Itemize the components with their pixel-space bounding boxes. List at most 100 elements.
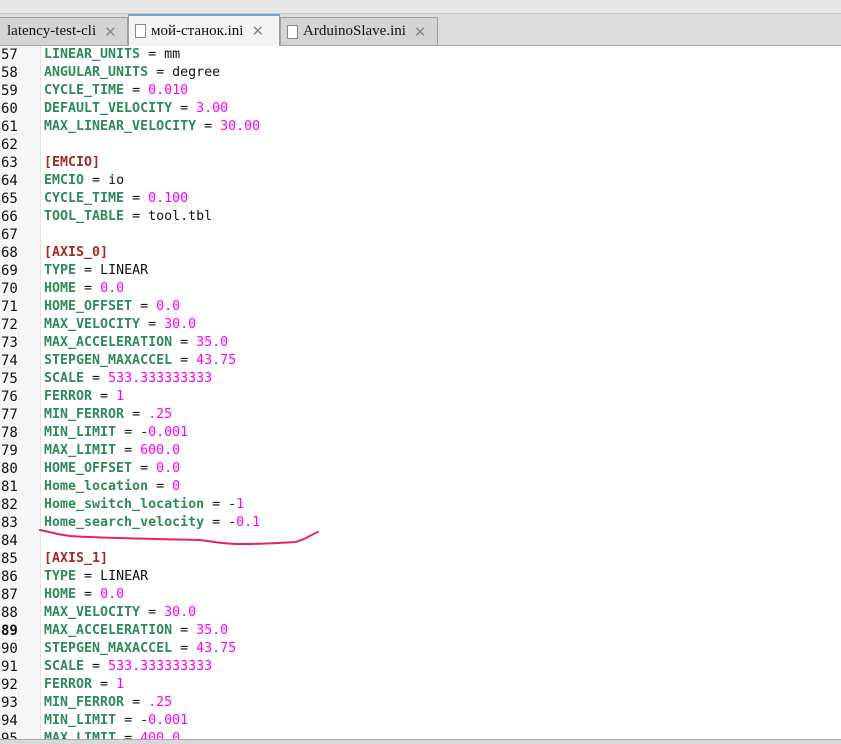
equals-sign: =	[116, 443, 141, 458]
code-text: Home_search_velocity = -0.1	[44, 514, 260, 532]
config-key: ANGULAR_UNITS	[44, 65, 149, 80]
config-value: .25	[148, 695, 173, 710]
equals-sign: =	[84, 371, 109, 386]
document-icon	[135, 24, 146, 38]
config-key: FERROR	[44, 677, 93, 692]
config-value: 0.0	[156, 299, 181, 314]
config-value: 1	[116, 677, 125, 692]
config-key: HOME_OFFSET	[44, 461, 133, 476]
code-text: EMCIO = io	[44, 172, 124, 190]
line-number: 80	[1, 461, 18, 477]
code-text: HOME = 0.0	[44, 280, 124, 298]
line-number: 75	[1, 371, 18, 387]
code-text: STEPGEN_MAXACCEL = 43.75	[44, 352, 236, 370]
line-number: 92	[1, 677, 18, 693]
line-number: 87	[1, 587, 18, 603]
line-number: 71	[1, 299, 18, 315]
code-text: [AXIS_1]	[44, 550, 108, 568]
minus-sign: -	[140, 425, 149, 440]
line-number: 57	[1, 47, 18, 63]
config-key: SCALE	[44, 659, 85, 674]
equals-sign: =	[140, 317, 165, 332]
line-number: 62	[1, 137, 18, 153]
minus-sign: -	[228, 497, 237, 512]
minus-sign: -	[228, 515, 237, 530]
line-number: 91	[1, 659, 18, 675]
equals-sign: =	[116, 425, 141, 440]
code-text: HOME_OFFSET = 0.0	[44, 460, 180, 478]
config-value: .25	[148, 407, 173, 422]
code-text: TYPE = LINEAR	[44, 568, 148, 586]
code-text: MAX_ACCELERATION = 35.0	[44, 334, 228, 352]
config-value: 533.333333333	[108, 659, 213, 674]
line-number: 58	[1, 65, 18, 81]
tab-arduinoslave-ini[interactable]: ArduinoSlave.ini ✕	[280, 17, 438, 45]
code-text: Home_location = 0	[44, 478, 180, 496]
equals-sign: =	[172, 641, 197, 656]
equals-sign: =	[124, 695, 149, 710]
config-value: 35.0	[196, 623, 229, 638]
config-value: 0.0	[100, 587, 125, 602]
config-key: HOME	[44, 587, 77, 602]
equals-sign: =	[92, 677, 117, 692]
config-key: MAX_LINEAR_VELOCITY	[44, 119, 197, 134]
line-number: 70	[1, 281, 18, 297]
code-text: STEPGEN_MAXACCEL = 43.75	[44, 640, 236, 658]
code-text: MAX_LINEAR_VELOCITY = 30.00	[44, 118, 260, 136]
line-number: 86	[1, 569, 18, 585]
line-number: 78	[1, 425, 18, 441]
tab-label: ArduinoSlave.ini	[303, 23, 406, 39]
close-icon[interactable]: ✕	[251, 22, 264, 40]
config-key: MAX_VELOCITY	[44, 605, 141, 620]
line-number: 65	[1, 191, 18, 207]
equals-sign: =	[204, 497, 229, 512]
config-key: CYCLE_TIME	[44, 83, 125, 98]
config-value: 0.001	[148, 425, 189, 440]
equals-sign: =	[76, 569, 101, 584]
code-text: SCALE = 533.333333333	[44, 658, 212, 676]
tab-moy-stanok-ini[interactable]: мой-станок.ini ✕	[128, 14, 280, 46]
line-number: 85	[1, 551, 18, 567]
horizontal-scrollbar[interactable]	[0, 739, 841, 744]
config-value: 30.0	[164, 317, 197, 332]
equals-sign: =	[116, 713, 141, 728]
config-key: MAX_ACCELERATION	[44, 335, 173, 350]
code-text: DEFAULT_VELOCITY = 3.00	[44, 100, 228, 118]
code-text: LINEAR_UNITS = mm	[44, 46, 180, 64]
line-number: 90	[1, 641, 18, 657]
config-value: 0.010	[148, 83, 189, 98]
line-number: 76	[1, 389, 18, 405]
code-text: CYCLE_TIME = 0.010	[44, 82, 188, 100]
equals-sign: =	[132, 299, 157, 314]
section-header: [EMCIO]	[44, 155, 101, 170]
config-value: io	[108, 173, 125, 188]
toolbar	[0, 0, 841, 14]
code-text: MIN_LIMIT = -0.001	[44, 712, 188, 730]
close-icon[interactable]: ✕	[104, 23, 117, 41]
code-text: MIN_FERROR = .25	[44, 406, 172, 424]
equals-sign: =	[172, 623, 197, 638]
line-number: 83	[1, 515, 18, 531]
document-icon	[287, 24, 298, 39]
close-icon[interactable]: ✕	[414, 23, 427, 41]
equals-sign: =	[92, 389, 117, 404]
config-value: 0.0	[156, 461, 181, 476]
config-value: 43.75	[196, 353, 237, 368]
equals-sign: =	[204, 515, 229, 530]
code-text: [AXIS_0]	[44, 244, 108, 262]
code-text: FERROR = 1	[44, 388, 124, 406]
tab-latency-test-cli[interactable]: latency-test-cli ✕	[0, 17, 128, 45]
config-value: 1	[236, 497, 245, 512]
code-text: ANGULAR_UNITS = degree	[44, 64, 220, 82]
code-editor[interactable]: 57 LINEAR_UNITS = mm 58 ANGULAR_UNITS = deg…	[0, 46, 841, 739]
line-number: 69	[1, 263, 18, 279]
code-text: MAX_LIMIT = 600.0	[44, 442, 180, 460]
equals-sign: =	[140, 47, 165, 62]
line-number: 73	[1, 335, 18, 351]
config-key: MIN_LIMIT	[44, 425, 117, 440]
config-key: STEPGEN_MAXACCEL	[44, 641, 173, 656]
equals-sign: =	[172, 335, 197, 350]
tab-label: мой-станок.ini	[151, 22, 244, 39]
config-key: SCALE	[44, 371, 85, 386]
code-text: MAX_VELOCITY = 30.0	[44, 604, 196, 622]
